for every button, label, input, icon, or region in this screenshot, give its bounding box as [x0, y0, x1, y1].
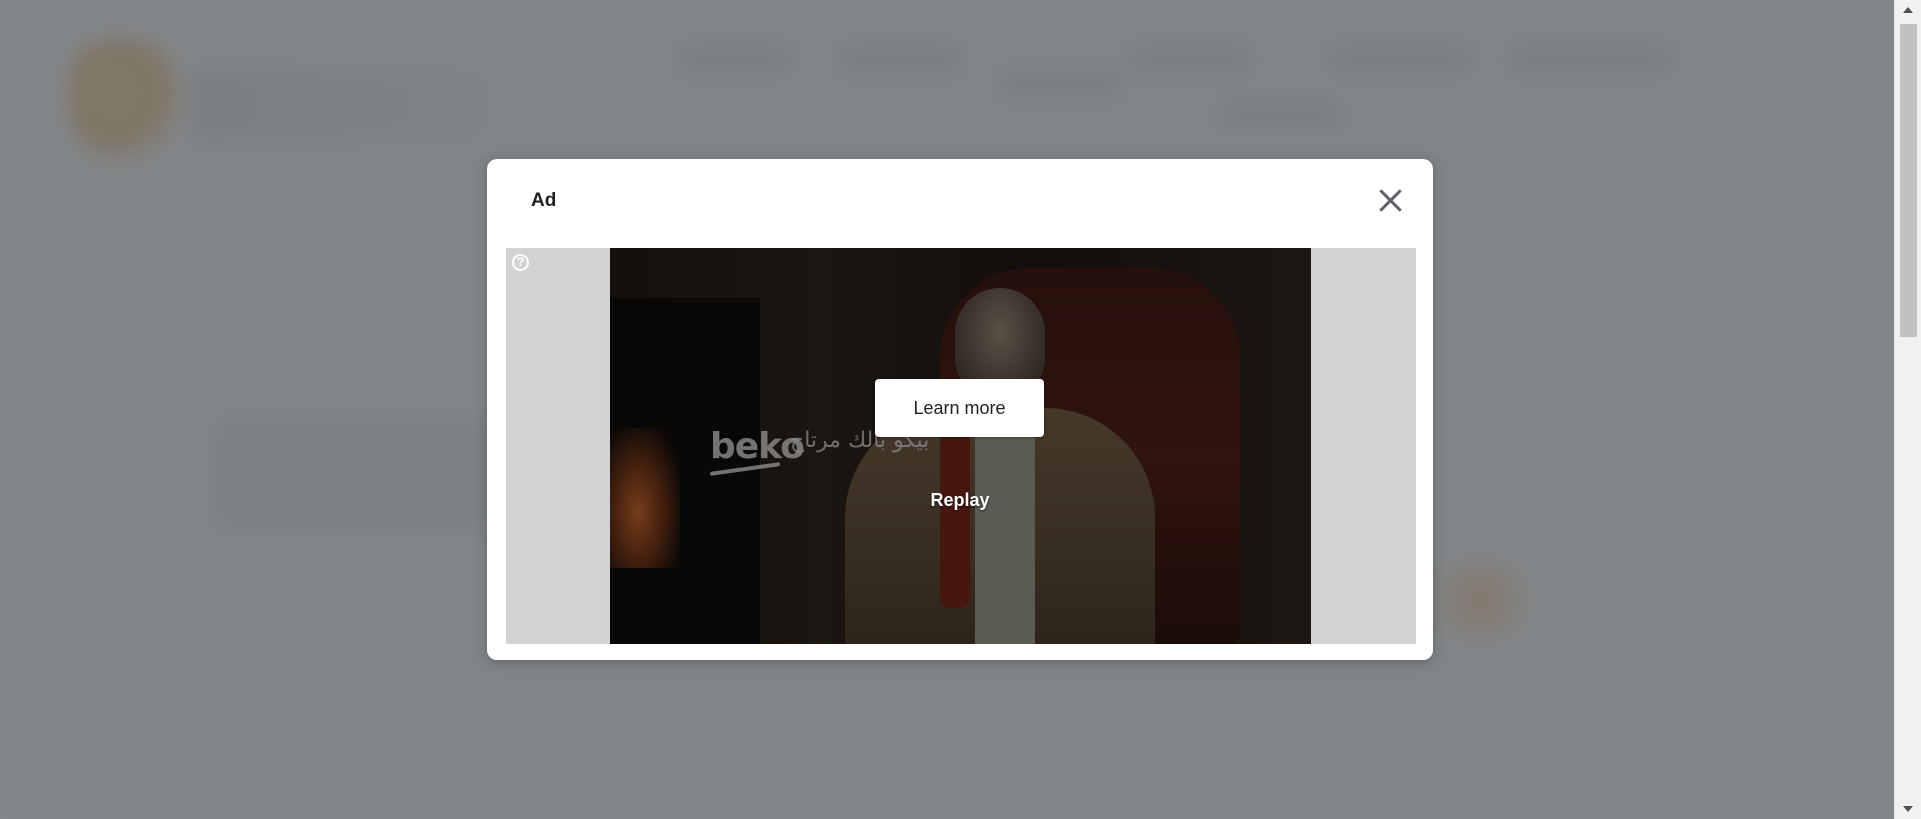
close-icon[interactable] — [1375, 186, 1405, 216]
replay-button[interactable]: Replay — [910, 485, 1010, 515]
scroll-down-arrow-icon[interactable] — [1895, 799, 1921, 819]
scroll-up-arrow-icon[interactable] — [1895, 0, 1921, 20]
learn-more-button[interactable]: Learn more — [875, 379, 1044, 437]
ad-frame: ? beko بيكو بالك مرتاح Learn more Replay — [506, 248, 1416, 644]
ad-label: Ad — [531, 190, 557, 211]
vertical-scrollbar[interactable] — [1894, 0, 1921, 819]
question-circle-icon[interactable]: ? — [512, 254, 529, 271]
ad-video[interactable]: beko بيكو بالك مرتاح Learn more Replay — [610, 248, 1311, 644]
ad-modal: Ad ? beko بيكو بالك مرتاح Learn more Rep… — [487, 159, 1433, 660]
scrollbar-thumb[interactable] — [1900, 24, 1917, 337]
